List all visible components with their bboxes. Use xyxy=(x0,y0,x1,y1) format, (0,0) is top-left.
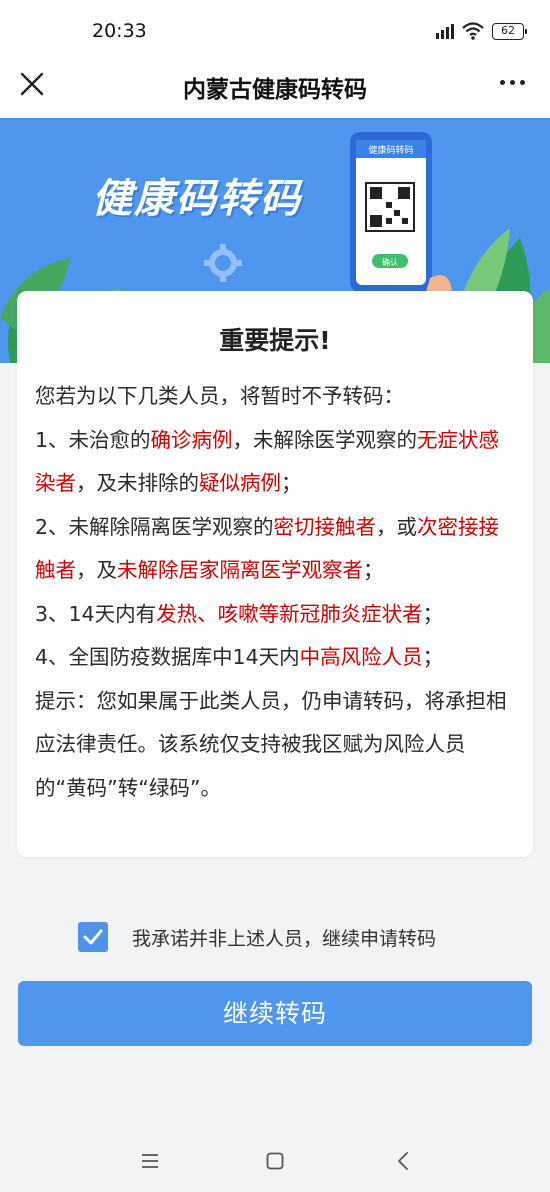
notice-item-1: 1、未治愈的确诊病例，未解除医学观察的无症状感染者，及未排除的疑似病例； xyxy=(35,427,500,496)
battery-icon: 62 xyxy=(492,22,527,40)
notice-item-2: 2、未解除隔离医学观察的密切接触者，或次密接接触者，及未解除居家隔离医学观察者； xyxy=(35,514,500,583)
system-nav-bar xyxy=(0,1128,550,1192)
back-icon xyxy=(398,1152,408,1170)
signal-icon xyxy=(436,23,454,39)
status-bar: 20:33 62 xyxy=(0,0,550,60)
agreement-label: 我承诺并非上述人员，继续申请转码 xyxy=(132,927,437,950)
menu-icon xyxy=(142,1154,158,1168)
back-button[interactable] xyxy=(388,1146,418,1176)
banner-title: 健康码转码 xyxy=(92,176,302,222)
notice-title: 重要提示! xyxy=(219,326,331,355)
phone-confirm-label: 确认 xyxy=(382,257,398,267)
menu-button[interactable] xyxy=(135,1146,165,1176)
agreement-row[interactable]: 我承诺并非上述人员，继续申请转码 xyxy=(78,922,436,952)
continue-button[interactable]: 继续转码 xyxy=(18,981,532,1046)
status-time: 20:33 xyxy=(92,20,147,42)
phone-screen-label: 健康码转码 xyxy=(368,144,413,156)
notice-tip: 提示：您如果属于此类人员，仍申请转码，将承担相应法律责任。该系统仅支持被我区赋为… xyxy=(35,688,507,800)
more-button[interactable] xyxy=(494,74,530,90)
page-title: 内蒙古健康码转码 xyxy=(183,77,367,103)
home-button[interactable] xyxy=(260,1146,290,1176)
notice-intro: 您若为以下几类人员，将暂时不予转码： xyxy=(35,384,404,408)
more-icon xyxy=(499,79,505,85)
home-icon xyxy=(266,1152,284,1170)
agreement-checkbox[interactable] xyxy=(78,922,108,952)
notice-item-3: 3、14天内有发热、咳嗽等新冠肺炎症状者； xyxy=(35,601,444,626)
status-icons: 62 xyxy=(436,22,527,40)
checkmark-icon xyxy=(83,929,103,945)
notice-card: 重要提示! 您若为以下几类人员，将暂时不予转码： 1、未治愈的确诊病例，未解除医… xyxy=(17,291,533,857)
nav-bar: 内蒙古健康码转码 xyxy=(0,60,550,118)
wifi-icon xyxy=(462,22,484,40)
notice-body: 您若为以下几类人员，将暂时不予转码： 1、未治愈的确诊病例，未解除医学观察的无症… xyxy=(35,375,517,810)
notice-item-4: 4、全国防疫数据库中14天内中高风险人员； xyxy=(35,645,444,669)
